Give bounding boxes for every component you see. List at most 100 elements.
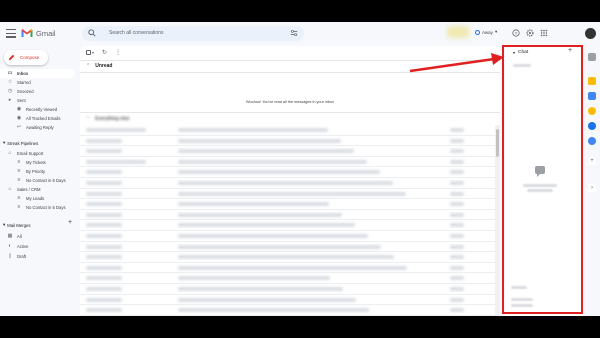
table-row[interactable] bbox=[80, 136, 495, 147]
blurred-text bbox=[178, 308, 369, 313]
search-options-icon[interactable] bbox=[290, 29, 298, 37]
pipeline-view-by-priority[interactable]: ≡ By Priority bbox=[0, 167, 75, 176]
table-row[interactable] bbox=[80, 220, 495, 231]
blurred-text bbox=[450, 212, 464, 217]
pipeline-sales-crm[interactable]: ⌂ Sales / CRM bbox=[0, 185, 75, 194]
plus-icon[interactable]: + bbox=[588, 157, 596, 165]
sidebar-item-all-tracked[interactable]: ◉ All Tracked Emails bbox=[0, 114, 75, 123]
sidebar-item-awaiting-reply[interactable]: ↩ Awaiting Reply bbox=[0, 123, 75, 132]
keep-icon[interactable] bbox=[588, 77, 596, 85]
table-row[interactable] bbox=[80, 125, 495, 136]
sidebar-item-sent[interactable]: ▸ Sent bbox=[0, 96, 75, 105]
search-icon[interactable] bbox=[88, 29, 96, 37]
blurred-text bbox=[86, 138, 122, 143]
table-row[interactable] bbox=[80, 284, 495, 295]
status-selector[interactable]: Away ▾ bbox=[475, 29, 497, 35]
app-name: Gmail bbox=[36, 28, 56, 38]
addon-icon[interactable] bbox=[588, 137, 596, 145]
table-row[interactable] bbox=[80, 305, 495, 316]
blurred-text bbox=[450, 191, 464, 196]
mail-merge-draft[interactable]: ▯ Draft bbox=[0, 252, 75, 261]
avatar[interactable] bbox=[585, 28, 596, 39]
left-navigation: Compose ▭ Inbox ☆ Starred ◷ Snoozed ▸ Sent ◉… bbox=[0, 46, 80, 316]
apps-grid-icon[interactable] bbox=[540, 29, 548, 37]
list-icon: ≡ bbox=[17, 159, 21, 166]
blurred-text bbox=[86, 308, 122, 313]
reply-icon: ↩ bbox=[16, 124, 22, 131]
select-all-checkbox[interactable]: ▾ bbox=[86, 50, 94, 55]
blurred-text bbox=[86, 287, 122, 291]
streak-pipelines-heading[interactable]: ▾ Streak Pipelines bbox=[3, 140, 38, 146]
status-label: Away bbox=[482, 29, 493, 35]
blurred-text bbox=[450, 287, 464, 291]
list-icon: ≡ bbox=[17, 204, 21, 211]
blurred-text bbox=[450, 181, 464, 185]
sidebar-item-starred[interactable]: ☆ Starred bbox=[0, 78, 75, 87]
main-menu-icon[interactable] bbox=[6, 29, 16, 38]
blurred-text bbox=[450, 202, 464, 207]
blurred-text bbox=[178, 138, 341, 143]
pipeline-view-no-contact[interactable]: ≡ No Contact in 5 Days bbox=[0, 176, 75, 185]
search-bar[interactable]: Search all conversations bbox=[82, 26, 304, 41]
blurred-text bbox=[178, 234, 368, 238]
chevron-down-icon: ▾ bbox=[3, 222, 6, 227]
blurred-text bbox=[86, 181, 122, 185]
mail-merge-active[interactable]: ◐ Active bbox=[0, 242, 75, 251]
chevron-right-icon[interactable]: › bbox=[588, 184, 596, 192]
table-row[interactable] bbox=[80, 252, 495, 263]
mail-merge-all[interactable]: ▦ All bbox=[0, 232, 75, 241]
gmail-logo[interactable]: Gmail bbox=[21, 28, 56, 38]
table-row[interactable] bbox=[80, 167, 495, 178]
unread-section-header[interactable]: ⌃ Unread bbox=[80, 61, 500, 71]
table-row[interactable] bbox=[80, 178, 495, 189]
blurred-text bbox=[450, 265, 464, 270]
table-row[interactable] bbox=[80, 199, 495, 210]
table-row[interactable] bbox=[80, 242, 495, 253]
table-row[interactable] bbox=[80, 189, 495, 200]
search-input[interactable]: Search all conversations bbox=[109, 30, 163, 36]
calendar-icon[interactable] bbox=[588, 53, 596, 61]
table-row[interactable] bbox=[80, 146, 495, 157]
addon-icon[interactable] bbox=[588, 107, 596, 115]
pipeline-email-support[interactable]: ⌂ Email Support bbox=[0, 149, 75, 158]
more-options-icon[interactable]: ⋮ bbox=[115, 49, 121, 56]
table-row[interactable] bbox=[80, 273, 495, 284]
contacts-icon[interactable] bbox=[588, 122, 596, 130]
table-row[interactable] bbox=[80, 157, 495, 168]
everything-else-section-header[interactable]: ⌃ Everything else bbox=[80, 114, 500, 124]
message-list-panel: ▾ ↻ ⋮ ⌃ Unread Woohoo! You've read all t… bbox=[80, 46, 500, 316]
blurred-text bbox=[86, 297, 122, 302]
blurred-text bbox=[178, 159, 367, 164]
sidebar-item-snoozed[interactable]: ◷ Snoozed bbox=[0, 87, 75, 96]
add-mail-merge-icon[interactable]: + bbox=[68, 219, 72, 226]
mail-merges-heading[interactable]: ▾ Mail Merges bbox=[3, 222, 31, 228]
blurred-text bbox=[178, 244, 381, 249]
pipeline-icon: ⌂ bbox=[8, 150, 12, 157]
tasks-icon[interactable] bbox=[588, 92, 596, 100]
compose-button[interactable]: Compose bbox=[4, 50, 48, 65]
blurred-text bbox=[450, 128, 464, 132]
blurred-text bbox=[86, 170, 122, 175]
chevron-down-icon: ▾ bbox=[494, 29, 498, 34]
pipeline-view-no-contact-sales[interactable]: ≡ No Contact in 5 Days bbox=[0, 203, 75, 212]
inbox-icon: ▭ bbox=[7, 70, 13, 77]
help-icon[interactable]: ? bbox=[512, 29, 520, 37]
sidebar-item-inbox[interactable]: ▭ Inbox bbox=[0, 69, 75, 78]
blurred-text bbox=[450, 297, 464, 302]
blurred-text bbox=[450, 138, 464, 143]
gear-icon[interactable] bbox=[526, 29, 534, 37]
star-icon: ☆ bbox=[7, 79, 13, 86]
table-row[interactable] bbox=[80, 263, 495, 274]
blurred-text bbox=[86, 191, 122, 196]
scrollbar[interactable] bbox=[495, 125, 500, 316]
table-row[interactable] bbox=[80, 295, 495, 306]
pipeline-view-my-leads[interactable]: ≡ My Leads bbox=[0, 194, 75, 203]
table-row[interactable] bbox=[80, 210, 495, 221]
empty-inbox-message: Woohoo! You've read all the messages in … bbox=[245, 100, 335, 104]
refresh-icon[interactable]: ↻ bbox=[102, 49, 107, 56]
sidebar-item-recently-viewed[interactable]: ◉ Recently Viewed bbox=[0, 105, 75, 114]
table-row[interactable] bbox=[80, 231, 495, 242]
pipeline-view-my-tickets[interactable]: ≡ My Tickets bbox=[0, 158, 75, 167]
gmail-m-icon bbox=[21, 29, 33, 37]
list-icon: ≡ bbox=[17, 195, 21, 202]
